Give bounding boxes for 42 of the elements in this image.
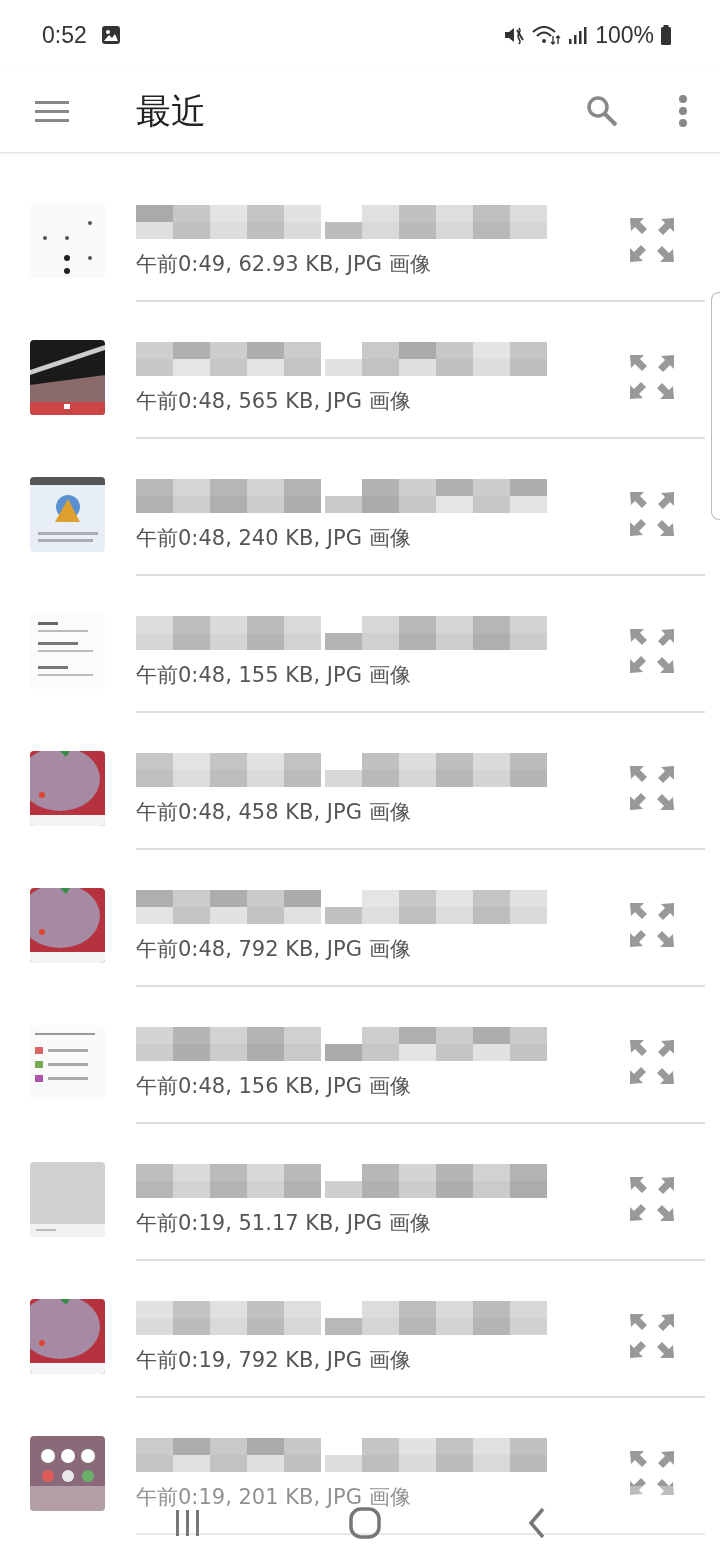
expand-icon[interactable] [630, 903, 674, 947]
battery-percent: 100% [595, 21, 654, 49]
file-details: 午前0:19, 201 KB, JPG 画像 [136, 1484, 412, 1511]
expand-icon[interactable] [630, 629, 674, 673]
file-details: 午前0:19, 51.17 KB, JPG 画像 [136, 1210, 432, 1237]
file-item[interactable]: 午前0:19, 51.17 KB, JPG 画像 [0, 1145, 720, 1282]
home-icon[interactable] [349, 1507, 381, 1539]
file-details: 午前0:19, 792 KB, JPG 画像 [136, 1347, 412, 1374]
file-details: 午前0:48, 565 KB, JPG 画像 [136, 388, 412, 415]
search-icon[interactable] [584, 93, 620, 129]
expand-icon[interactable] [630, 1451, 674, 1495]
image-icon [100, 25, 121, 45]
signal-icon [567, 24, 590, 46]
file-item[interactable]: 午前0:49, 62.93 KB, JPG 画像 [0, 186, 720, 323]
expand-icon[interactable] [630, 1314, 674, 1358]
menu-icon[interactable] [35, 99, 71, 123]
file-item[interactable]: 午前0:48, 565 KB, JPG 画像 [0, 323, 720, 460]
expand-icon[interactable] [630, 1040, 674, 1084]
file-item[interactable]: 午前0:48, 792 KB, JPG 画像 [0, 871, 720, 1008]
scrollbar[interactable] [711, 292, 720, 520]
back-icon[interactable] [527, 1507, 547, 1539]
file-details: 午前0:48, 792 KB, JPG 画像 [136, 936, 412, 963]
expand-icon[interactable] [630, 766, 674, 810]
file-item[interactable]: 午前0:48, 240 KB, JPG 画像 [0, 460, 720, 597]
file-details: 午前0:48, 156 KB, JPG 画像 [136, 1073, 412, 1100]
expand-icon[interactable] [630, 218, 674, 262]
file-item[interactable]: 午前0:19, 792 KB, JPG 画像 [0, 1282, 720, 1419]
status-time: 0:52 [42, 21, 87, 49]
file-details: 午前0:48, 155 KB, JPG 画像 [136, 662, 412, 689]
expand-icon[interactable] [630, 1177, 674, 1221]
wifi-icon [531, 24, 562, 46]
file-details: 午前0:48, 240 KB, JPG 画像 [136, 525, 412, 552]
file-item[interactable]: 午前0:48, 458 KB, JPG 画像 [0, 734, 720, 871]
file-details: 午前0:49, 62.93 KB, JPG 画像 [136, 251, 432, 278]
file-details: 午前0:48, 458 KB, JPG 画像 [136, 799, 412, 826]
battery-icon [660, 24, 672, 46]
file-item[interactable]: 午前0:48, 155 KB, JPG 画像 [0, 597, 720, 734]
screen-title: 最近 [136, 89, 206, 133]
more-options-icon[interactable] [678, 94, 688, 128]
file-item[interactable]: 午前0:48, 156 KB, JPG 画像 [0, 1008, 720, 1145]
expand-icon[interactable] [630, 492, 674, 536]
expand-icon[interactable] [630, 355, 674, 399]
